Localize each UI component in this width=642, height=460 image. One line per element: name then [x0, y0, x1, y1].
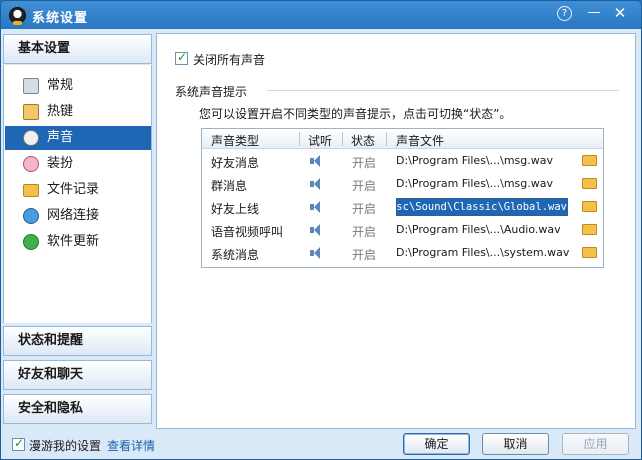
folder-icon[interactable]	[582, 247, 597, 258]
sidebar-item-sound[interactable]: 声音	[5, 126, 151, 150]
update-icon	[23, 234, 39, 250]
general-icon	[23, 78, 39, 94]
column-header-preview[interactable]: 试听	[308, 132, 332, 149]
apply-button[interactable]: 应用	[562, 433, 629, 455]
section-title: 系统声音提示	[175, 85, 248, 99]
help-button[interactable]: ?	[557, 6, 572, 21]
sound-state[interactable]: 开启	[352, 200, 376, 217]
table-header: 声音类型 试听 状态 声音文件	[202, 129, 603, 149]
qq-penguin-icon	[9, 7, 26, 25]
hotkey-icon	[23, 104, 39, 120]
section-security-privacy[interactable]: 安全和隐私	[3, 394, 152, 424]
sound-file-input[interactable]: isc\Sound\Classic\Global.wav	[396, 198, 568, 216]
folder-icon	[23, 184, 39, 197]
sound-state[interactable]: 开启	[352, 223, 376, 240]
hint-text: 您可以设置开启不同类型的声音提示，点击可切换“状态”。	[199, 107, 512, 121]
sound-icon	[23, 130, 39, 146]
sidebar-item-file-records[interactable]: 文件记录	[5, 178, 151, 202]
speaker-icon[interactable]	[310, 224, 324, 236]
sidebar-item-label: 文件记录	[47, 182, 100, 197]
speaker-icon[interactable]	[310, 247, 324, 259]
sidebar-item-label: 装扮	[47, 156, 74, 171]
title-bar[interactable]: 系统设置 ? — ✕	[1, 1, 641, 29]
view-details-link[interactable]: 查看详情	[107, 437, 155, 454]
sound-type: 好友上线	[211, 202, 260, 216]
sidebar-item-general[interactable]: 常规	[5, 74, 151, 98]
sidebar-item-label: 热键	[47, 104, 74, 119]
folder-icon[interactable]	[582, 178, 597, 189]
sound-file[interactable]: D:\Program Files\...\msg.wav	[396, 154, 553, 167]
sound-table: 声音类型 试听 状态 声音文件 好友消息 开启 D:\Program Files…	[201, 128, 604, 268]
column-header-type[interactable]: 声音类型	[211, 132, 259, 149]
sound-file[interactable]: D:\Program Files\...\Audio.wav	[396, 223, 561, 236]
roam-settings-label[interactable]: 漫游我的设置	[29, 437, 101, 454]
sidebar-item-label: 声音	[47, 130, 74, 145]
sound-file[interactable]: D:\Program Files\...\system.wav	[396, 246, 569, 259]
sound-state[interactable]: 开启	[352, 177, 376, 194]
folder-icon[interactable]	[582, 201, 597, 212]
mute-all-checkbox[interactable]	[175, 50, 188, 65]
speaker-icon[interactable]	[310, 155, 324, 167]
column-header-state[interactable]: 状态	[351, 132, 375, 149]
sound-file[interactable]: D:\Program Files\...\msg.wav	[396, 177, 553, 190]
sound-state[interactable]: 开启	[352, 154, 376, 171]
sound-state[interactable]: 开启	[352, 246, 376, 263]
sidebar-item-label: 软件更新	[47, 234, 100, 249]
cancel-button[interactable]: 取消	[482, 433, 549, 455]
window-title: 系统设置	[32, 11, 89, 26]
minimize-button[interactable]: —	[585, 4, 603, 22]
section-status-reminders[interactable]: 状态和提醒	[3, 326, 152, 356]
column-divider[interactable]	[342, 132, 343, 146]
sound-type: 好友消息	[211, 156, 260, 170]
column-divider[interactable]	[386, 132, 387, 146]
sound-type: 语音视频呼叫	[211, 225, 284, 239]
basic-settings-list: 常规 热键 声音 装扮 文件记录 网络连接 软件更新	[3, 65, 152, 323]
sidebar-item-update[interactable]: 软件更新	[5, 230, 151, 254]
table-row[interactable]: 群消息 开启 D:\Program Files\...\msg.wav	[202, 173, 603, 196]
mute-all-label[interactable]: 关闭所有声音	[193, 51, 265, 68]
sound-settings-panel: 关闭所有声音 系统声音提示 您可以设置开启不同类型的声音提示，点击可切换“状态”…	[156, 33, 636, 429]
column-header-file[interactable]: 声音文件	[396, 132, 444, 149]
folder-icon[interactable]	[582, 155, 597, 166]
settings-window: 系统设置 ? — ✕ 基本设置 常规 热键 声音 装扮 文件记录 网络连接 软件…	[0, 0, 642, 460]
table-row[interactable]: 好友上线 开启 isc\Sound\Classic\Global.wav	[202, 196, 603, 219]
sidebar-item-hotkey[interactable]: 热键	[5, 100, 151, 124]
sound-type: 系统消息	[211, 248, 260, 262]
sidebar-item-label: 常规	[47, 78, 74, 93]
speaker-icon[interactable]	[310, 201, 324, 213]
table-row[interactable]: 好友消息 开启 D:\Program Files\...\msg.wav	[202, 150, 603, 173]
dress-icon	[23, 156, 39, 172]
folder-icon[interactable]	[582, 224, 597, 235]
network-icon	[23, 208, 39, 224]
speaker-icon[interactable]	[310, 178, 324, 190]
settings-sidebar: 基本设置 常规 热键 声音 装扮 文件记录 网络连接 软件更新 状态和提醒 好友…	[3, 33, 153, 429]
table-row[interactable]: 语音视频呼叫 开启 D:\Program Files\...\Audio.wav	[202, 219, 603, 242]
ok-button[interactable]: 确定	[403, 433, 470, 455]
sidebar-item-label: 网络连接	[47, 208, 100, 223]
sidebar-item-dress[interactable]: 装扮	[5, 152, 151, 176]
section-friends-chat[interactable]: 好友和聊天	[3, 360, 152, 390]
table-row[interactable]: 系统消息 开启 D:\Program Files\...\system.wav	[202, 242, 603, 265]
column-divider[interactable]	[299, 132, 300, 146]
sound-type: 群消息	[211, 179, 248, 193]
sidebar-item-network[interactable]: 网络连接	[5, 204, 151, 228]
close-button[interactable]: ✕	[611, 4, 629, 22]
sound-file-selected-text: isc\Sound\Classic\Global.wav	[396, 199, 567, 215]
section-basic-settings[interactable]: 基本设置	[3, 34, 152, 64]
section-divider	[267, 90, 619, 91]
roam-settings-checkbox[interactable]	[12, 436, 25, 451]
